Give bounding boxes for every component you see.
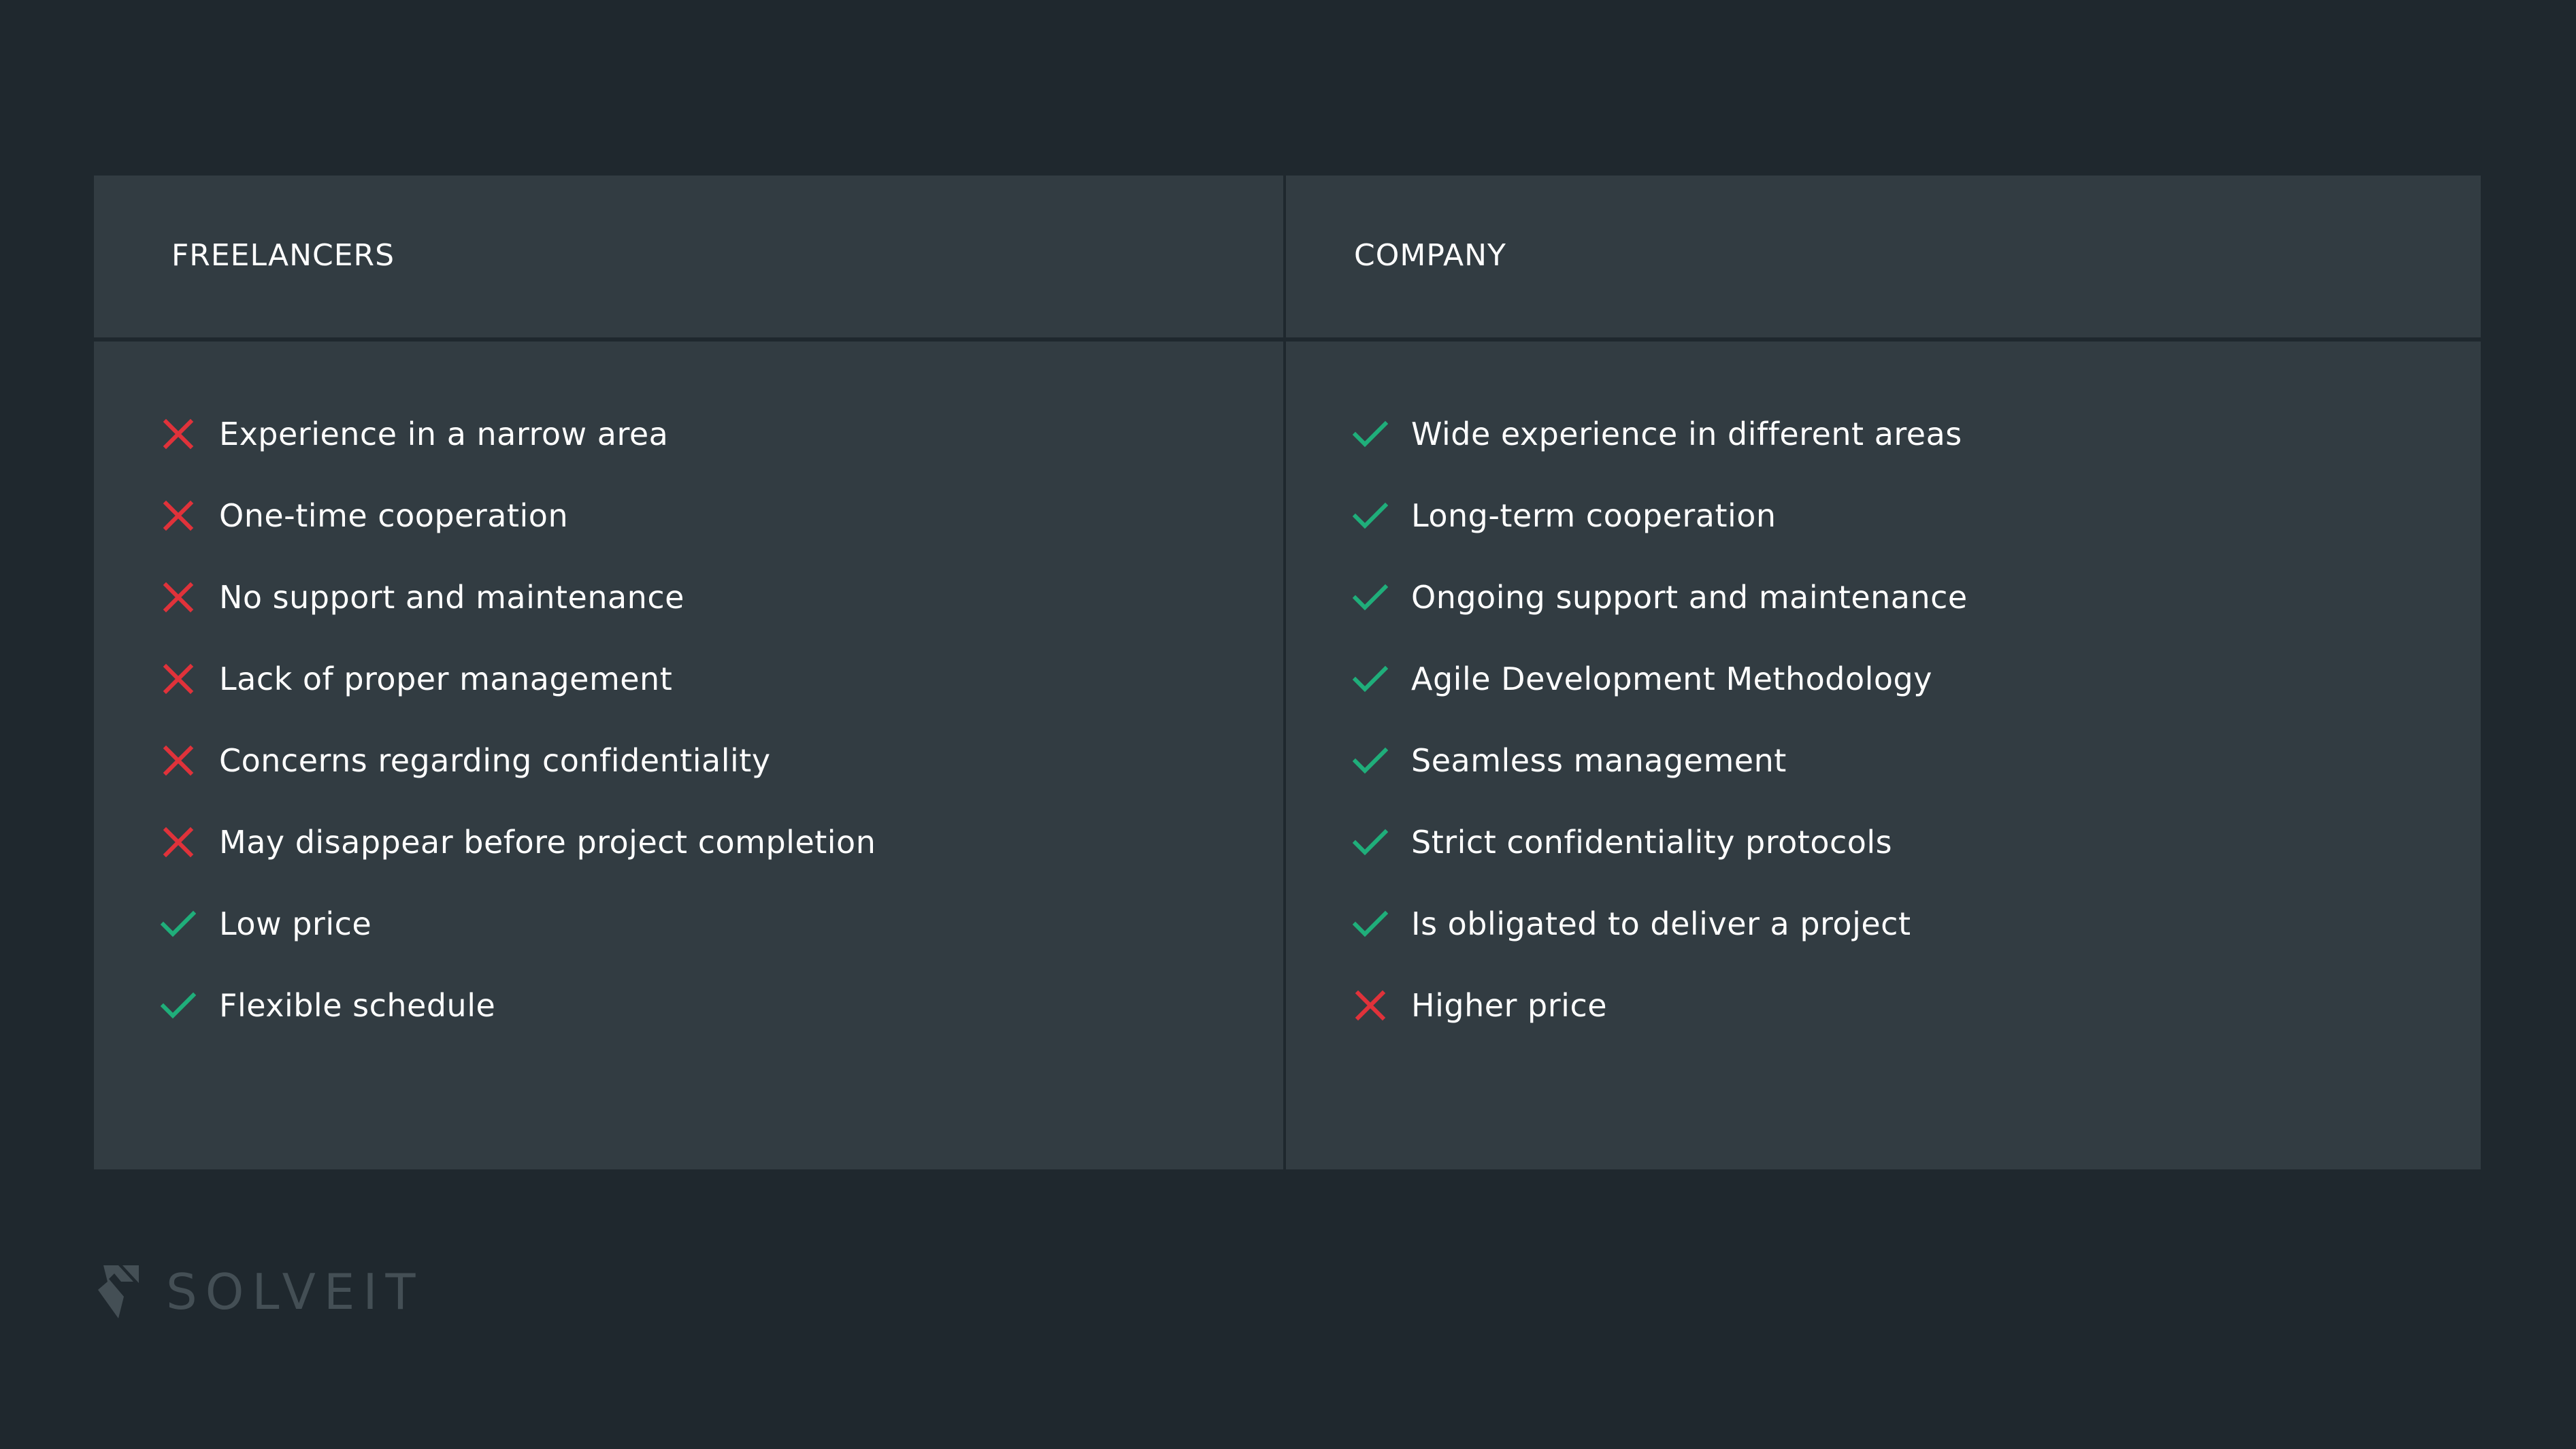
list-item-label: Lack of proper management [219,661,673,697]
list-item: Agile Development Methodology [1353,638,1968,720]
freelancers-list: Experience in a narrow area One-time coop… [161,393,876,1046]
list-item: Is obligated to deliver a project [1353,883,1968,965]
list-item: Concerns regarding confidentiality [161,720,876,801]
check-icon [1353,747,1388,774]
comparison-table: FREELANCERS Experience in a narrow area O… [94,176,2482,1169]
list-item-label: Ongoing support and maintenance [1411,579,1968,616]
list-item: Lack of proper management [161,638,876,720]
check-icon [1353,502,1388,529]
cross-icon [163,582,194,613]
list-item: Low price [161,883,876,965]
cross-icon [1355,990,1386,1021]
company-title: COMPANY [1354,238,1506,273]
check-icon [1353,420,1388,448]
company-list: Wide experience in different areas Long-t… [1353,393,1968,1046]
list-item-label: One-time cooperation [219,497,569,534]
list-item: Higher price [1353,965,1968,1046]
company-column: COMPANY Wide experience in different are… [1286,176,2481,1169]
list-item-label: Agile Development Methodology [1411,661,1932,697]
solveit-logo-text: SOLVEIT [166,1263,424,1320]
list-item: One-time cooperation [161,475,876,556]
list-item: Flexible schedule [161,965,876,1046]
list-item-label: No support and maintenance [219,579,684,616]
check-icon [1353,665,1388,693]
list-item-label: Wide experience in different areas [1411,416,1962,452]
cross-icon [163,500,194,531]
list-item-label: Flexible schedule [219,987,496,1024]
list-item-label: Higher price [1411,987,1608,1024]
check-icon [1353,829,1388,856]
solveit-logo: SOLVEIT [94,1263,424,1321]
check-icon [161,910,196,937]
cross-icon [163,827,194,858]
list-item-label: Strict confidentiality protocols [1411,824,1893,861]
list-item-label: Is obligated to deliver a project [1411,905,1911,942]
list-item: Long-term cooperation [1353,475,1968,556]
list-item-label: Low price [219,905,372,942]
check-icon [1353,910,1388,937]
solveit-logo-icon [98,1265,139,1318]
cross-icon [163,418,194,450]
list-item: Wide experience in different areas [1353,393,1968,475]
check-icon [1353,584,1388,611]
list-item-label: Experience in a narrow area [219,416,669,452]
list-item: May disappear before project completion [161,801,876,883]
company-header: COMPANY [1286,176,2481,342]
list-item-label: Concerns regarding confidentiality [219,742,771,779]
list-item-label: Seamless management [1411,742,1787,779]
list-item: No support and maintenance [161,556,876,638]
list-item: Strict confidentiality protocols [1353,801,1968,883]
list-item: Ongoing support and maintenance [1353,556,1968,638]
list-item: Experience in a narrow area [161,393,876,475]
freelancers-title: FREELANCERS [171,238,395,273]
cross-icon [163,663,194,695]
freelancers-column: FREELANCERS Experience in a narrow area O… [94,176,1283,1169]
list-item-label: May disappear before project completion [219,824,876,861]
cross-icon [163,745,194,776]
list-item-label: Long-term cooperation [1411,497,1777,534]
check-icon [161,992,196,1019]
freelancers-header: FREELANCERS [94,176,1283,342]
list-item: Seamless management [1353,720,1968,801]
comparison-page: FREELANCERS Experience in a narrow area O… [0,0,2576,1449]
